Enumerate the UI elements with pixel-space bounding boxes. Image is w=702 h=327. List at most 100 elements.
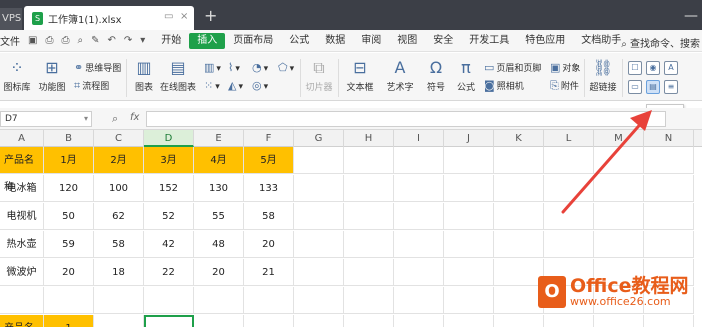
table-cell[interactable] [394,175,444,202]
table-cell[interactable]: 21 [244,259,294,286]
object-button[interactable]: ▣ 对象 [550,61,580,74]
table-cell[interactable] [394,231,444,258]
table-cell[interactable]: 58 [94,231,144,258]
table-cell[interactable] [344,231,394,258]
table-cell[interactable] [294,287,344,314]
column-header[interactable]: C [94,130,144,147]
flowchart-button[interactable]: ⌗ 流程图 [74,79,109,93]
table-cell[interactable] [194,315,244,327]
slicer-button[interactable]: ⧉ 切片器 [304,59,334,94]
table-cell[interactable]: 20 [244,231,294,258]
table-cell[interactable]: 4月 [194,147,244,174]
document-tab[interactable]: S 工作簿1(1).xlsx ▭ × [24,6,194,30]
other-chart-dropdown[interactable]: ⬠ ▾ [278,61,294,74]
table-cell[interactable] [444,203,494,230]
wps-home-tab[interactable]: VPS [0,8,22,30]
table-cell[interactable]: 152 [144,175,194,202]
table-cell[interactable] [394,315,444,327]
table-cell[interactable] [494,259,544,286]
fx-label[interactable]: fx [130,112,139,123]
online-chart-button[interactable]: ▤ 在线图表 [158,59,198,94]
table-cell[interactable] [644,147,694,174]
table-cell[interactable] [644,231,694,258]
column-header[interactable]: B [44,130,94,147]
column-header[interactable]: D [144,130,194,147]
table-cell[interactable] [544,175,594,202]
table-cell[interactable]: 3月 [144,147,194,174]
table-cell[interactable] [494,315,544,327]
table-cell[interactable] [494,287,544,314]
table-cell[interactable]: 5月 [244,147,294,174]
table-cell[interactable]: 59 [44,231,94,258]
menu-tab[interactable]: 插入 [189,32,226,49]
table-cell[interactable] [444,287,494,314]
formula-button[interactable]: π 公式 [452,59,480,94]
column-header[interactable]: E [194,130,244,147]
table-cell[interactable] [294,203,344,230]
column-header[interactable]: H [344,130,394,147]
line-chart-dropdown[interactable]: ⌇ ▾ [228,61,240,74]
table-cell[interactable] [494,203,544,230]
table-cell[interactable]: 微波炉 [0,259,44,286]
table-cell[interactable]: 电视机 [0,203,44,230]
monitor-icon[interactable]: ▭ [164,11,173,22]
table-cell[interactable] [544,231,594,258]
column-header[interactable]: F [244,130,294,147]
table-cell[interactable]: 55 [194,203,244,230]
table-cell[interactable] [494,175,544,202]
table-cell[interactable]: 18 [94,259,144,286]
menu-tab[interactable]: 开始 [153,33,189,49]
table-cell[interactable]: 62 [94,203,144,230]
function-chart-button[interactable]: ⊞ 功能图 [36,59,68,94]
menu-tab[interactable]: 公式 [281,33,317,49]
table-cell[interactable]: 热水壶 [0,231,44,258]
table-cell[interactable] [294,175,344,202]
label-control-icon[interactable]: A [664,61,678,75]
quick-access-dropdown-icon[interactable]: ▾ [140,35,145,46]
table-cell[interactable] [544,315,594,327]
name-box-dropdown-icon[interactable]: ▾ [84,112,88,126]
table-cell[interactable] [294,231,344,258]
table-cell[interactable] [494,231,544,258]
table-cell[interactable]: 2月 [94,147,144,174]
column-header[interactable]: J [444,130,494,147]
table-cell[interactable]: 22 [144,259,194,286]
radio-control-icon[interactable]: ◉ [646,61,660,75]
table-cell[interactable] [394,147,444,174]
scatter-chart-dropdown[interactable]: ⁙ ▾ [204,79,220,92]
redo-icon[interactable]: ↷ [124,35,132,46]
table-cell[interactable] [94,287,144,314]
pie-chart-dropdown[interactable]: ◔ ▾ [252,61,268,74]
table-cell[interactable] [294,315,344,327]
column-header[interactable]: I [394,130,444,147]
table-cell[interactable]: 1 [44,315,94,327]
table-cell[interactable] [644,203,694,230]
export-pdf-icon[interactable]: ⎙ [45,35,53,46]
table-cell[interactable]: 52 [144,203,194,230]
menu-tab[interactable]: 页面布局 [225,33,281,49]
menu-tab[interactable]: 安全 [425,33,461,49]
donut-chart-dropdown[interactable]: ◎ ▾ [252,79,268,92]
symbol-button[interactable]: Ω 符号 [422,59,450,94]
menu-tab[interactable]: 开发工具 [461,33,517,49]
table-cell[interactable] [94,315,144,327]
table-cell[interactable] [344,315,394,327]
table-cell[interactable] [594,315,644,327]
menu-tab[interactable]: 视图 [389,33,425,49]
table-cell[interactable] [144,287,194,314]
column-header[interactable]: A [0,130,44,147]
close-tab-icon[interactable]: × [180,11,188,22]
zoom-icon[interactable]: ⌕ [112,112,118,126]
table-cell[interactable]: 100 [94,175,144,202]
textbox-button[interactable]: ⊟ 文本框 [342,59,378,94]
minimize-icon[interactable]: — [684,8,698,24]
table-cell[interactable]: 产品名称 [0,315,44,327]
print-preview-icon[interactable]: ⌕ [77,35,83,46]
column-header[interactable]: L [544,130,594,147]
table-cell[interactable] [394,203,444,230]
header-footer-button[interactable]: ▭ 页眉和页脚 [484,61,541,74]
table-cell[interactable]: 42 [144,231,194,258]
table-cell[interactable]: 50 [44,203,94,230]
table-cell[interactable] [644,175,694,202]
table-cell[interactable] [594,231,644,258]
